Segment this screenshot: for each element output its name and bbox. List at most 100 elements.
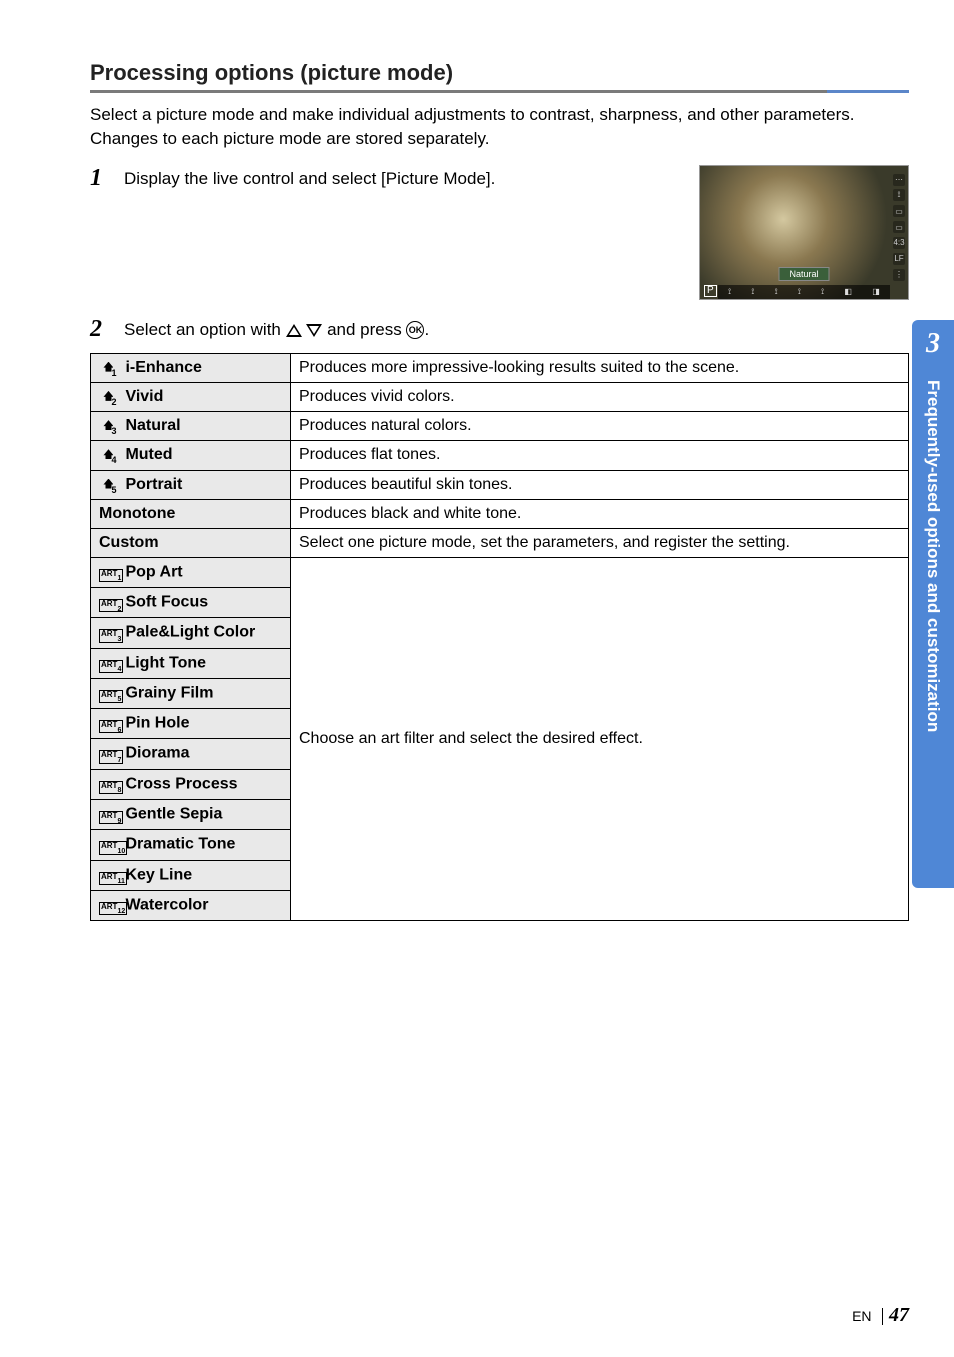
mode-name: Cross Process [125,775,237,792]
preview-mode-label: Natural [778,267,829,281]
mode-desc: Produces beautiful skin tones. [291,470,909,499]
step-2: 2 Select an option with and press OK. [90,316,909,343]
art-filter-icon: ART11 [99,872,127,885]
mode-name: Muted [125,446,172,463]
mode-desc: Produces flat tones. [291,441,909,470]
mode-name: Pin Hole [125,715,189,732]
icon-sub: 4 [117,666,121,673]
icon-sub: 3 [111,426,116,436]
step-1-text: Display the live control and select [Pic… [124,165,679,189]
icon-sub: 11 [117,878,124,885]
art-filter-icon: ART9 [99,811,123,824]
heading-text: Processing options (picture mode) [90,60,909,90]
side-icon: ▭ [893,221,905,233]
mode-name: Key Line [125,866,192,883]
art-filter-desc: Choose an art filter and select the desi… [291,557,909,920]
section-heading: Processing options (picture mode) [90,60,909,93]
chapter-number: 3 [912,320,954,368]
ok-button-icon: OK [406,321,424,339]
step-2-before: Select an option with [124,320,286,339]
icon-sub: 9 [117,818,121,825]
step-number: 2 [90,316,110,343]
preview-p-badge: P [704,285,717,297]
art-filter-icon: ART7 [99,750,123,763]
icon-sub: 10 [117,848,125,855]
art-filter-icon: ART3 [99,629,123,642]
icon-sub: 1 [111,368,116,378]
icon-sub: 4 [111,455,116,465]
mode-name: Natural [125,417,180,434]
strip-icon: ◧ [844,287,852,296]
table-row: 3 Natural Produces natural colors. [91,412,909,441]
footer-lang: EN [852,1308,871,1324]
icon-sub: 3 [117,636,121,643]
mode-name: Dramatic Tone [125,836,235,853]
mode-name: i-Enhance [125,359,201,376]
icon-sub: 7 [117,757,121,764]
side-icon: 4:3 [893,237,905,249]
mode-name: Grainy Film [125,685,213,702]
strip-icon: ⟟ [775,287,778,297]
art-filter-icon: ART4 [99,660,123,673]
picture-mode-table: 1 i-Enhance Produces more impressive-loo… [90,353,909,922]
footer-page: 47 [889,1304,909,1326]
mode-name: Pale&Light Color [125,624,255,641]
mode-name: Vivid [125,388,163,405]
strip-icon: ⟟ [798,287,801,297]
strip-icon: ⟟ [751,287,754,297]
table-row: 1 i-Enhance Produces more impressive-loo… [91,353,909,382]
art-filter-icon: ART5 [99,690,123,703]
side-icon: ⋯ [893,174,905,186]
mode-name: Portrait [125,476,182,493]
icon-sub: 2 [117,606,121,613]
mode-name: Pop Art [125,563,182,580]
table-row: Monotone Produces black and white tone. [91,499,909,528]
mode-name: Monotone [91,499,291,528]
preview-bottom-strip: ⟟⟟⟟⟟⟟◧◨ [718,285,890,299]
mode-desc: Produces black and white tone. [291,499,909,528]
footer-divider [882,1308,883,1325]
mode-desc: Produces more impressive-looking results… [291,353,909,382]
mode-desc: Produces vivid colors. [291,382,909,411]
icon-sub: 8 [117,787,121,794]
mode-desc: Produces natural colors. [291,412,909,441]
step-1: 1 Display the live control and select [P… [90,165,679,192]
icon-sub: 1 [117,575,121,582]
side-icon: ▭ [893,205,905,217]
live-control-preview: Natural P ⟟⟟⟟⟟⟟◧◨ ⋯⟟▭▭4:3LF⋮ [699,165,909,300]
mode-name: Custom [91,528,291,557]
down-arrow-icon [306,324,322,337]
table-row: ART1 Pop Art Choose an art filter and se… [91,557,909,587]
mode-name: Diorama [125,745,189,762]
table-row: 5 Portrait Produces beautiful skin tones… [91,470,909,499]
page-footer: EN 47 [852,1304,909,1327]
art-filter-icon: ART10 [99,841,127,854]
step-number: 1 [90,165,110,192]
icon-sub: 5 [111,485,116,495]
icon-sub: 12 [117,908,125,915]
side-icon: LF [893,253,905,265]
step-2-after: and press [327,320,406,339]
strip-icon: ◨ [872,287,880,296]
table-row: 4 Muted Produces flat tones. [91,441,909,470]
icon-sub: 5 [117,696,121,703]
chapter-title: Frequently-used options and customizatio… [912,368,954,888]
step-2-end: . [424,320,429,339]
art-filter-icon: ART1 [99,569,123,582]
mode-desc: Select one picture mode, set the paramet… [291,528,909,557]
heading-underline [90,90,909,93]
art-filter-icon: ART12 [99,902,127,915]
mode-name: Watercolor [125,897,208,914]
icon-sub: 6 [117,727,121,734]
table-row: Custom Select one picture mode, set the … [91,528,909,557]
art-filter-icon: ART6 [99,720,123,733]
icon-sub: 2 [111,397,116,407]
mode-name: Gentle Sepia [125,806,222,823]
up-arrow-icon [286,324,302,337]
side-icon: ⟟ [893,189,905,201]
step-2-text: Select an option with and press OK. [124,316,909,340]
mode-name: Light Tone [125,654,206,671]
chapter-tab: 3 Frequently-used options and customizat… [912,320,954,888]
art-filter-icon: ART2 [99,599,123,612]
preview-side-strip: ⋯⟟▭▭4:3LF⋮ [892,174,906,281]
